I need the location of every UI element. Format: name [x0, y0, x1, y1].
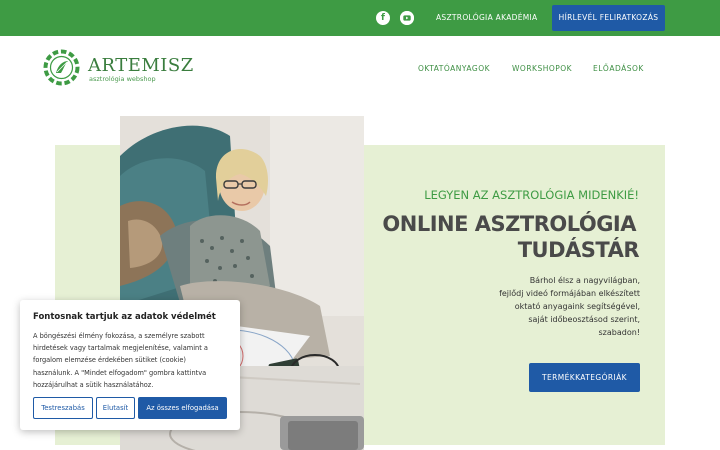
cookie-accept-all-button[interactable]: Az összes elfogadása	[138, 397, 227, 419]
youtube-play-icon	[400, 11, 414, 25]
nav-item-oktatoanyagok[interactable]: OKTATÓANYAGOK	[418, 64, 490, 73]
logo-icon[interactable]	[43, 49, 80, 86]
logo-subtitle: asztrológia webshop	[89, 75, 156, 83]
hero-description-line: oktató anyagaink segítségével,	[514, 302, 640, 311]
top-bar: f ASZTROLÓGIA AKADÉMIA HÍRLEVÉL FELIRATK…	[0, 0, 720, 36]
hero-tagline: LEGYEN AZ ASZTROLÓGIA MIDENKIÉ!	[424, 188, 639, 202]
hero-description-line: fejlődj videó formájában elkészített	[499, 289, 640, 298]
nav-item-eloadasok[interactable]: ELŐADÁSOK	[593, 64, 644, 73]
nav-item-workshopok[interactable]: WORKSHOPOK	[512, 64, 572, 73]
cookie-consent-dialog: Fontosnak tartjuk az adatok védelmét A b…	[20, 300, 240, 430]
hero-description-line: szabadon!	[598, 328, 641, 337]
cookie-text-line: forgalom elemzése érdekében sütiket (coo…	[33, 356, 186, 365]
cookie-text-line: hozzájárulhat a sütik használatához.	[33, 380, 154, 389]
product-categories-button[interactable]: TERMÉKKATEGÓRIÁK	[529, 363, 640, 392]
youtube-icon[interactable]	[400, 11, 414, 25]
hero-description-line: Bárhol élsz a nagyvilágban,	[529, 276, 640, 285]
cookie-dialog-title: Fontosnak tartjuk az adatok védelmét	[33, 312, 216, 322]
cookie-customize-button[interactable]: Testreszabás	[33, 397, 93, 419]
hero-description-line: saját időbeosztásod szerint,	[528, 315, 640, 324]
logo-name[interactable]: ARTEMISZ	[88, 56, 194, 76]
newsletter-subscribe-button[interactable]: HÍRLEVÉL FELIRATKOZÁS	[552, 5, 665, 31]
cookie-dialog-text: A böngészési élmény fokozása, a személyr…	[33, 330, 233, 391]
cookie-reject-button[interactable]: Elutasít	[96, 397, 135, 419]
facebook-icon[interactable]: f	[376, 11, 390, 25]
hero-title-line2: TUDÁSTÁR	[517, 238, 640, 262]
cookie-text-line: hirdetések vagy tartalmak megjelenítése,…	[33, 344, 208, 353]
cookie-text-line: használunk. A "Mindet elfogadom" gombra …	[33, 368, 207, 377]
cookie-text-line: A böngészési élmény fokozása, a személyr…	[33, 332, 205, 340]
hero-description: Bárhol élsz a nagyvilágban, fejlődj vide…	[440, 274, 640, 339]
academy-link[interactable]: ASZTROLÓGIA AKADÉMIA	[436, 13, 537, 22]
hero-title-line1: ONLINE ASZTROLÓGIA	[382, 212, 636, 236]
